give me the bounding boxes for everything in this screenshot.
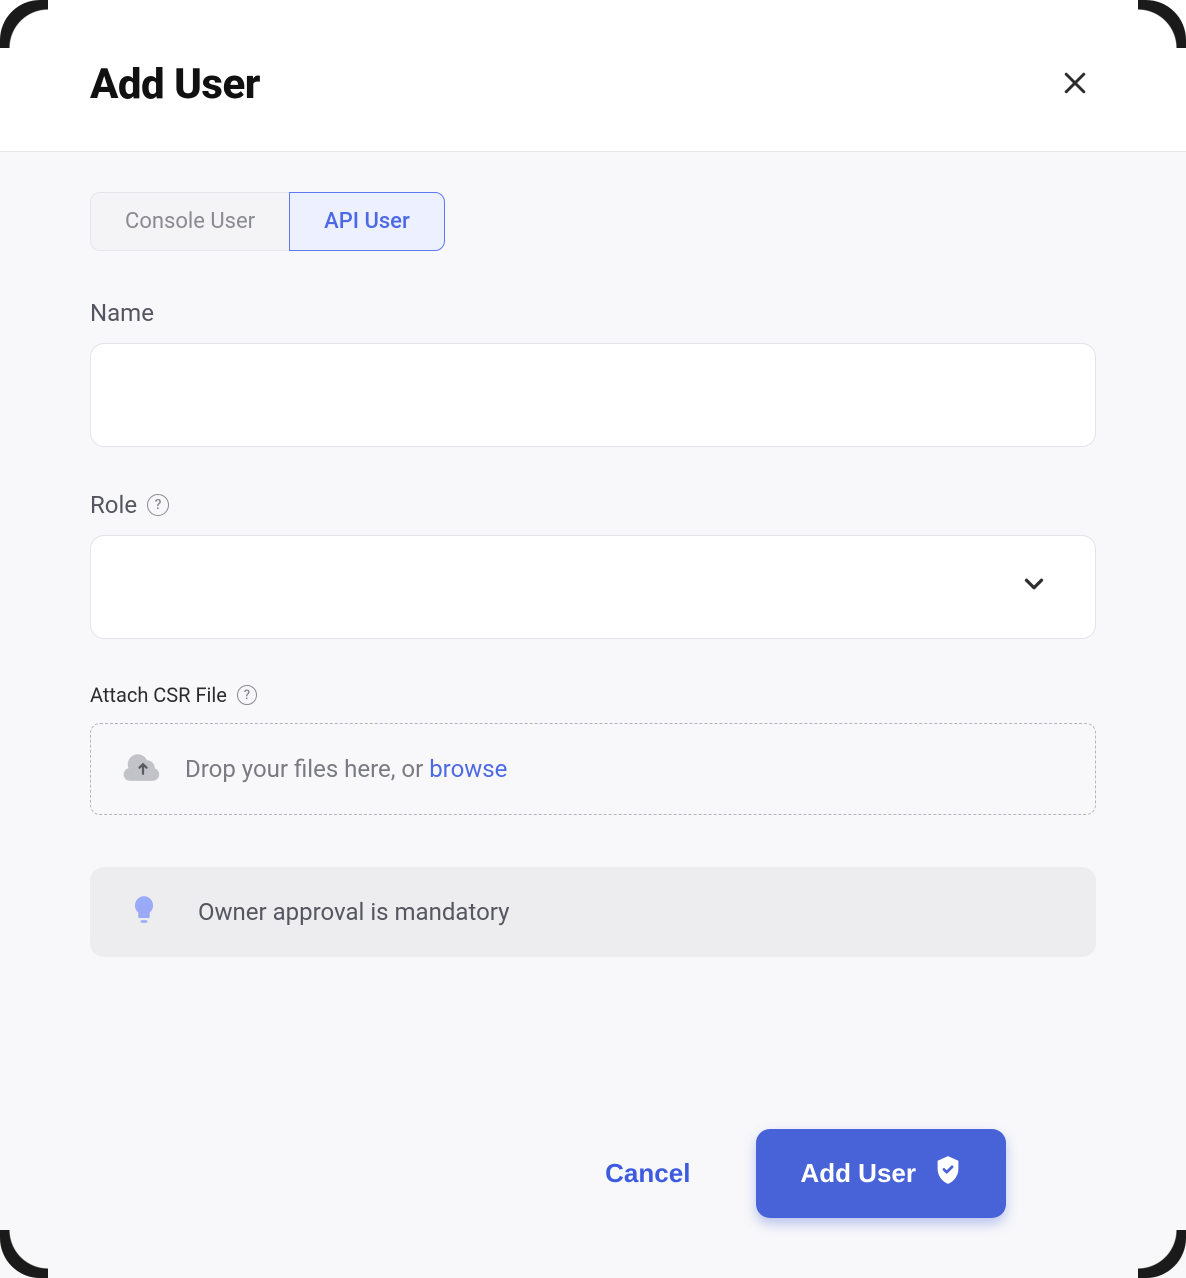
lightbulb-icon xyxy=(130,894,158,930)
close-button[interactable] xyxy=(1054,62,1096,107)
shield-check-icon xyxy=(934,1155,962,1192)
dropzone-text: Drop your files here, or browse xyxy=(185,755,507,783)
chevron-down-icon xyxy=(1019,569,1049,605)
name-label: Name xyxy=(90,299,1096,327)
info-banner: Owner approval is mandatory xyxy=(90,867,1096,957)
role-select[interactable] xyxy=(90,535,1096,639)
tab-console-user[interactable]: Console User xyxy=(90,192,289,251)
dialog-header: Add User xyxy=(0,0,1186,152)
role-field: Role ? xyxy=(90,491,1096,639)
role-label-text: Role xyxy=(90,491,137,519)
add-user-dialog: Add User Console User API User Name Role… xyxy=(0,0,1186,1278)
csr-label-text: Attach CSR File xyxy=(90,683,227,707)
close-icon xyxy=(1060,68,1090,101)
dialog-title: Add User xyxy=(90,60,260,109)
user-type-tabs: Console User API User xyxy=(90,192,1096,251)
help-icon[interactable]: ? xyxy=(147,494,169,516)
dialog-body: Console User API User Name Role ? Attach… xyxy=(0,152,1186,1278)
add-user-button[interactable]: Add User xyxy=(756,1129,1006,1218)
name-input[interactable] xyxy=(90,343,1096,447)
role-label: Role ? xyxy=(90,491,1096,519)
help-icon[interactable]: ? xyxy=(237,685,257,705)
cancel-button[interactable]: Cancel xyxy=(599,1148,696,1199)
csr-label: Attach CSR File ? xyxy=(90,683,1096,707)
browse-link[interactable]: browse xyxy=(429,755,507,783)
tab-api-user[interactable]: API User xyxy=(289,192,445,251)
dialog-footer: Cancel Add User xyxy=(90,1029,1096,1278)
csr-field: Attach CSR File ? Drop your files here, … xyxy=(90,683,1096,815)
csr-dropzone[interactable]: Drop your files here, or browse xyxy=(90,723,1096,815)
upload-icon xyxy=(123,753,163,785)
name-field: Name xyxy=(90,299,1096,447)
add-user-button-label: Add User xyxy=(800,1158,916,1189)
info-text: Owner approval is mandatory xyxy=(198,898,509,926)
